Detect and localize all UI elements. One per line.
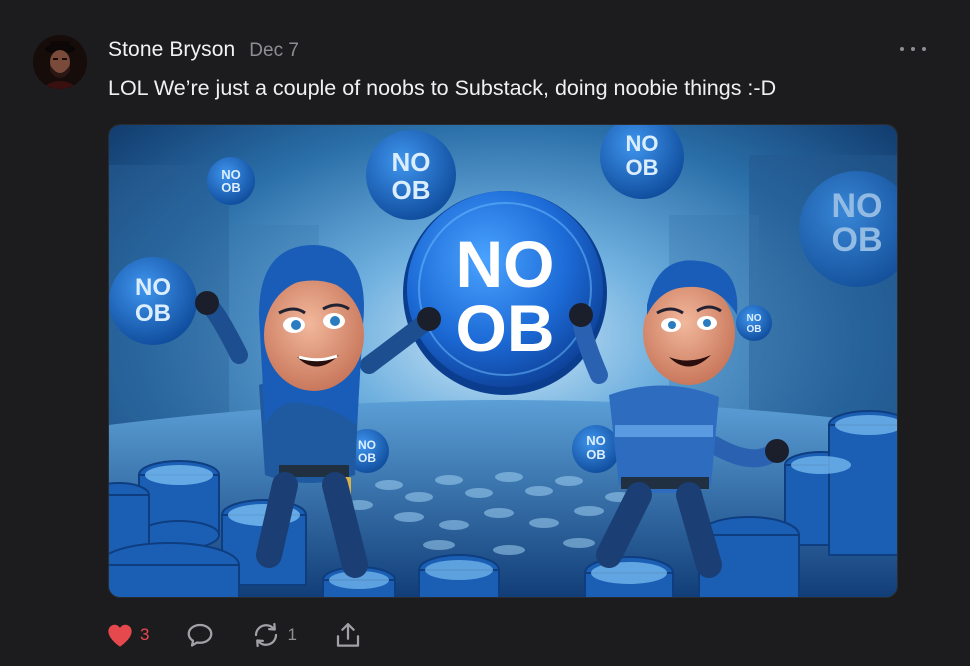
svg-text:NO: NO [626,131,659,156]
post-card: Stone Bryson Dec 7 LOL We’re just a coup… [0,0,970,666]
share-upload-icon [333,621,363,649]
svg-text:NO: NO [135,274,171,301]
post-date[interactable]: Dec 7 [249,40,299,62]
svg-text:NO: NO [392,147,431,177]
post-header: Stone Bryson Dec 7 [108,38,299,64]
svg-text:OB: OB [358,451,376,465]
floating-coin: NO OB [207,157,255,205]
floating-coin: NO OB [366,130,456,220]
like-count: 3 [140,625,150,644]
comment-button[interactable] [185,621,215,649]
like-button[interactable]: 3 [106,622,149,648]
svg-text:NO: NO [747,313,762,324]
svg-text:NO: NO [358,438,376,452]
svg-text:OB: OB [626,155,659,180]
restack-button[interactable]: 1 [251,621,297,649]
restack-count: 1 [287,625,297,644]
author-avatar[interactable] [33,35,87,89]
svg-text:OB: OB [221,180,241,195]
floating-coin: NO OB [109,257,197,345]
svg-text:OB: OB [586,447,606,462]
floating-coin: NO OB [572,425,620,473]
svg-text:OB: OB [747,324,762,335]
speech-bubble-icon [185,621,215,649]
svg-text:NO: NO [586,433,606,448]
big-coin-text-1: NO [456,227,555,301]
post-actions: 3 1 [106,620,399,650]
svg-text:OB: OB [392,175,431,205]
big-coin-text-2: OB [456,291,555,365]
more-options-button[interactable] [900,40,926,58]
post-image[interactable]: NO OB NO OB NO OB NO OB NO OB NO OB NO O… [108,124,898,598]
ellipsis-icon [900,47,904,51]
heart-icon [106,622,134,648]
svg-text:OB: OB [135,300,171,327]
author-name[interactable]: Stone Bryson [108,38,235,62]
svg-text:NO: NO [832,187,883,225]
share-button[interactable] [333,621,363,649]
floating-coin: NO OB [736,305,772,341]
restack-arrows-icon [251,621,281,649]
svg-text:OB: OB [832,221,883,259]
post-text: LOL We’re just a couple of noobs to Subs… [108,76,777,100]
